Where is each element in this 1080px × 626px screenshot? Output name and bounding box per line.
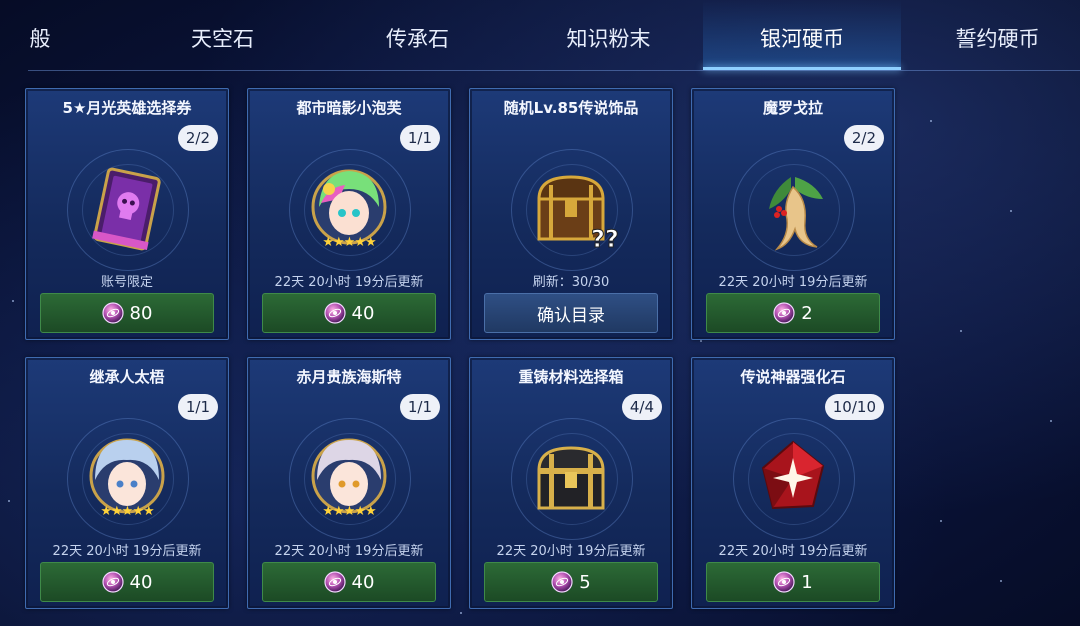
tab-inheritance-stone[interactable]: 传承石 xyxy=(345,0,490,70)
price-value: 40 xyxy=(351,302,375,324)
card-title: 5★月光英雄选择券 xyxy=(62,99,192,117)
shop-card-legend-artifact-stone[interactable]: 传说神器强化石 10/10 22天 20小时 19分后更新 1 xyxy=(691,357,895,609)
buy-button[interactable]: 40 xyxy=(262,562,436,602)
card-title: 传说神器强化石 xyxy=(740,368,846,386)
purchase-limit-badge: 1/1 xyxy=(399,394,440,420)
currency-tab-bar: 般 天空石 传承石 知识粉末 银河硬币 誓约硬币 xyxy=(0,0,1080,72)
shop-card-urban-shadow-puff[interactable]: 都市暗影小泡芙 1/1 ★★★★★ 22天 20小时 19分后更新 40 xyxy=(247,88,451,340)
price-value: 5 xyxy=(579,571,591,593)
tab-galaxy-coin[interactable]: 银河硬币 xyxy=(703,0,901,70)
card-status-text: 22天 20小时 19分后更新 xyxy=(274,275,424,290)
card-title: 都市暗影小泡芙 xyxy=(296,99,402,117)
purchase-limit-badge: 10/10 xyxy=(824,394,884,420)
buy-button[interactable]: 80 xyxy=(40,293,214,333)
shop-card-moonlight-hero-ticket[interactable]: 5★月光英雄选择券 2/2 账号限定 80 xyxy=(25,88,229,340)
galaxy-coin-icon xyxy=(324,302,346,324)
red-gem-icon xyxy=(761,440,825,510)
card-title: 随机Lv.85传说饰品 xyxy=(503,99,639,117)
buy-button[interactable]: 40 xyxy=(262,293,436,333)
confirm-list-label: 确认目录 xyxy=(537,305,605,326)
buy-button[interactable]: 1 xyxy=(706,562,880,602)
card-title: 重铸材料选择箱 xyxy=(518,368,624,386)
shop-card-crimson-noble-hester[interactable]: 赤月贵族海斯特 1/1 ★★★★★ 22天 20小时 19分后更新 40 xyxy=(247,357,451,609)
tab-oath-coin[interactable]: 誓约硬币 xyxy=(925,0,1070,70)
price-value: 1 xyxy=(801,571,813,593)
tab-knowledge-powder[interactable]: 知识粉末 xyxy=(536,0,681,70)
card-status-text: 22天 20小时 19分后更新 xyxy=(496,544,646,559)
shop-card-reforge-material-box[interactable]: 重铸材料选择箱 4/4 22天 20小时 19分后更新 5 xyxy=(469,357,673,609)
tab-divider xyxy=(28,70,1080,71)
card-status-text: 22天 20小时 19分后更新 xyxy=(718,275,868,290)
purple-skull-book-icon xyxy=(92,167,161,251)
svg-text:??: ?? xyxy=(591,225,619,253)
price-value: 2 xyxy=(801,302,813,324)
galaxy-coin-icon xyxy=(773,302,795,324)
purchase-limit-badge: 1/1 xyxy=(399,125,440,151)
card-status-text: 22天 20小时 19分后更新 xyxy=(52,544,202,559)
purchase-limit-badge: 2/2 xyxy=(177,125,218,151)
galaxy-coin-icon xyxy=(773,571,795,593)
galaxy-coin-icon xyxy=(551,571,573,593)
tab-sky-stone[interactable]: 天空石 xyxy=(150,0,295,70)
shop-card-random-legend-accessory[interactable]: 随机Lv.85传说饰品 ?? 刷新：30/30 确认目录 xyxy=(469,88,673,340)
star-rating: ★★★★★ xyxy=(322,235,376,250)
card-title: 赤月贵族海斯特 xyxy=(296,368,402,386)
tab-general[interactable]: 般 xyxy=(0,0,80,70)
gold-chest-icon xyxy=(537,446,605,510)
purchase-limit-badge: 1/1 xyxy=(177,394,218,420)
card-status-text: 账号限定 xyxy=(100,275,153,290)
price-value: 40 xyxy=(129,571,153,593)
galaxy-coin-icon xyxy=(324,571,346,593)
shop-card-mandragora[interactable]: 魔罗戈拉 2/2 22天 20小时 19分后更新 2 xyxy=(691,88,895,340)
mandragora-root-icon xyxy=(769,177,823,251)
price-value: 80 xyxy=(129,302,153,324)
galaxy-coin-icon xyxy=(102,302,124,324)
card-status-text: 刷新：30/30 xyxy=(532,275,610,290)
card-title: 继承人太梧 xyxy=(89,368,165,386)
confirm-list-button[interactable]: 确认目录 xyxy=(484,293,658,333)
card-status-text: 22天 20小时 19分后更新 xyxy=(274,544,424,559)
buy-button[interactable]: 5 xyxy=(484,562,658,602)
star-rating: ★★★★★ xyxy=(100,504,154,519)
buy-button[interactable]: 40 xyxy=(40,562,214,602)
galaxy-coin-icon xyxy=(102,571,124,593)
price-value: 40 xyxy=(351,571,375,593)
star-rating: ★★★★★ xyxy=(322,504,376,519)
mystery-chest-icon: ?? xyxy=(537,175,619,254)
purchase-limit-badge: 4/4 xyxy=(621,394,662,420)
shop-card-heir-taiwu[interactable]: 继承人太梧 1/1 ★★★★★ 22天 20小时 19分后更新 40 xyxy=(25,357,229,609)
card-status-text: 22天 20小时 19分后更新 xyxy=(718,544,868,559)
card-title: 魔罗戈拉 xyxy=(762,99,823,117)
buy-button[interactable]: 2 xyxy=(706,293,880,333)
purchase-limit-badge: 2/2 xyxy=(843,125,884,151)
